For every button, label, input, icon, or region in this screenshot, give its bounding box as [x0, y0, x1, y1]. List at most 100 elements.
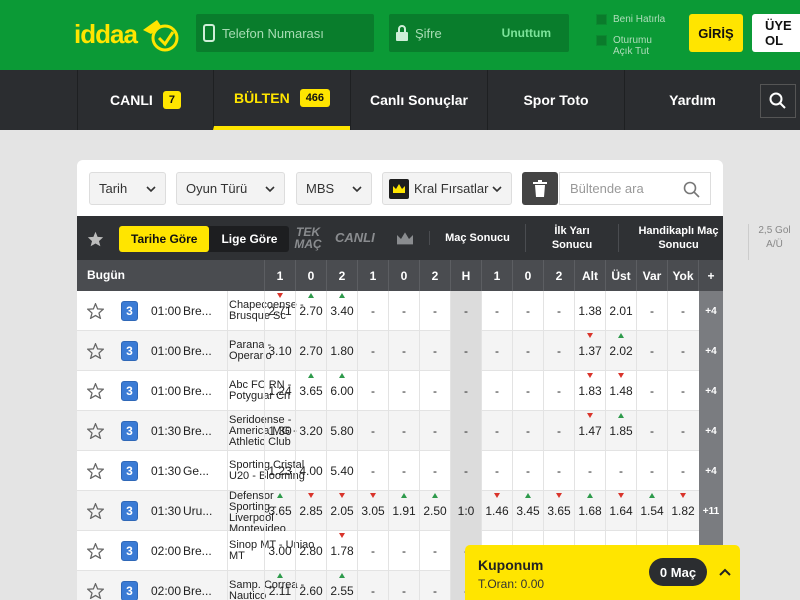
odds-cell[interactable]: 1.68 [574, 491, 605, 531]
king-select[interactable]: Kral Fırsatlar [382, 172, 512, 205]
tek-mac-filter[interactable]: TEK MAÇ [293, 226, 323, 250]
crown-icon[interactable] [395, 231, 415, 247]
game-type-select[interactable]: Oyun Türü [176, 172, 285, 205]
favorite-star-icon[interactable] [77, 291, 113, 331]
odds-cell[interactable]: 2.85 [295, 491, 326, 531]
odds-cell[interactable]: 1.83 [574, 371, 605, 411]
odds-cell[interactable]: 2.70 [295, 291, 326, 331]
odds-cell[interactable]: 1.91 [388, 491, 419, 531]
canli-filter[interactable]: CANLI [335, 231, 375, 245]
tab-by-league[interactable]: Lige Göre [209, 226, 289, 252]
more-markets-button[interactable]: +4 [699, 291, 723, 331]
remember-checkbox[interactable]: Beni Hatırla [596, 14, 665, 25]
coupon-count[interactable]: 0 Maç [649, 558, 707, 586]
odds-cell[interactable]: 1.85 [605, 411, 636, 451]
favorite-star-icon[interactable] [77, 491, 113, 531]
keep-session-box[interactable] [596, 35, 607, 46]
odds-cell[interactable]: 1.64 [605, 491, 636, 531]
nav-canli-sonuclar[interactable]: Canlı Sonuçlar [350, 70, 487, 130]
odds-cell[interactable]: 1.23 [264, 451, 295, 491]
more-markets-button[interactable]: +11 [699, 491, 723, 531]
odds-cell[interactable]: 3.45 [512, 491, 543, 531]
iddaa-logo[interactable]: iddaa [74, 14, 183, 54]
odds-cell[interactable]: 2.60 [295, 571, 326, 600]
odds-value: 1.37 [578, 344, 602, 358]
odds-cell[interactable]: 3.10 [264, 331, 295, 371]
star-icon[interactable] [87, 231, 104, 247]
odds-cell[interactable]: 2.11 [264, 571, 295, 600]
password-input[interactable]: Şifre [415, 26, 442, 41]
odds-cell[interactable]: 6.00 [326, 371, 357, 411]
match-row[interactable]: 3 01:00 Bre... Abc FC RN - Potyguar Cn 1.24 3… [77, 371, 723, 411]
odds-cell[interactable]: 2.55 [326, 571, 357, 600]
odds-cell[interactable]: 1.80 [326, 331, 357, 371]
odds-value: 1.47 [578, 424, 602, 438]
odds-cell[interactable]: 2.01 [605, 291, 636, 331]
login-button[interactable]: GİRİŞ [689, 14, 743, 52]
favorite-star-icon[interactable] [77, 571, 113, 600]
odds-cell[interactable]: 2.50 [419, 491, 450, 531]
coupon-panel[interactable]: Kuponum T.Oran: 0.00 0 Maç [465, 545, 740, 600]
odds-cell[interactable]: 3.65 [543, 491, 574, 531]
odds-cell[interactable]: 1.78 [326, 531, 357, 571]
nav-bulten[interactable]: BÜLTEN 466 [213, 70, 350, 130]
match-row[interactable]: 3 01:00 Bre... Parana - Operario 3.10 2.70 1.8… [77, 331, 723, 371]
nav-yardim[interactable]: Yardım [624, 70, 760, 130]
odds-cell[interactable]: 1:0 [450, 491, 481, 531]
favorite-star-icon[interactable] [77, 451, 113, 491]
nav-canli[interactable]: CANLI 7 [77, 70, 213, 130]
odds-cell[interactable]: 1.48 [605, 371, 636, 411]
odds-cell[interactable]: 1.38 [574, 291, 605, 331]
odds-cell[interactable]: 2.70 [295, 331, 326, 371]
password-field[interactable]: Şifre Unuttum [389, 14, 569, 52]
odds-cell[interactable]: 3.65 [264, 491, 295, 531]
odds-cell[interactable]: 5.80 [326, 411, 357, 451]
odds-cell[interactable]: 1.82 [667, 491, 698, 531]
favorite-star-icon[interactable] [77, 371, 113, 411]
more-markets-button[interactable]: +4 [699, 331, 723, 371]
odds-cell[interactable]: 1.24 [264, 371, 295, 411]
odds-cell[interactable]: 1.30 [264, 411, 295, 451]
odds-cell[interactable]: 2.02 [605, 331, 636, 371]
signup-button[interactable]: ÜYE OL [752, 14, 800, 52]
trash-button[interactable] [522, 172, 558, 205]
odds-cell[interactable]: 1.37 [574, 331, 605, 371]
nav-spor-toto[interactable]: Spor Toto [487, 70, 624, 130]
more-markets-button[interactable]: +4 [699, 451, 723, 491]
favorite-star-icon[interactable] [77, 411, 113, 451]
odds-cell[interactable]: 1.46 [481, 491, 512, 531]
nav-search-button[interactable] [760, 84, 796, 118]
more-markets-button[interactable]: +4 [699, 371, 723, 411]
odds-cell[interactable]: 5.40 [326, 451, 357, 491]
odds-cell[interactable]: 3.40 [326, 291, 357, 331]
header-gol-au: 2,5 Gol A/Ü [748, 224, 800, 260]
odds-cell[interactable]: 3.65 [295, 371, 326, 411]
favorite-star-icon[interactable] [77, 331, 113, 371]
match-row[interactable]: 3 01:30 Uru... Defensor Sporting - Liverpoo… [77, 491, 723, 531]
match-row[interactable]: 3 01:30 Ge... Sporting Cristal U20 - Bloomi… [77, 451, 723, 491]
odds-cell[interactable]: 3.20 [295, 411, 326, 451]
bulletin-search-input[interactable]: Bültende ara [559, 172, 711, 205]
tab-by-date[interactable]: Tarihe Göre [119, 226, 210, 252]
odds-cell[interactable]: 2.71 [264, 291, 295, 331]
odds-cell[interactable]: 3.00 [264, 531, 295, 571]
chevron-up-icon[interactable] [717, 564, 733, 580]
match-row[interactable]: 3 01:00 Bre... Chapecoense - Brusque Sc 2.71… [77, 291, 723, 331]
odds-value: 2.70 [299, 304, 323, 318]
odds-cell[interactable]: 1.47 [574, 411, 605, 451]
more-markets-button[interactable]: +4 [699, 411, 723, 451]
keep-session-checkbox[interactable]: Oturumu Açık Tut [596, 35, 652, 57]
odds-cell[interactable]: 2.05 [326, 491, 357, 531]
favorite-star-icon[interactable] [77, 531, 113, 571]
mbs-select[interactable]: MBS [296, 172, 372, 205]
odds-cell[interactable]: 2.80 [295, 531, 326, 571]
phone-field[interactable]: Telefon Numarası [196, 14, 374, 52]
remember-box[interactable] [596, 14, 607, 25]
odds-cell[interactable]: 4.00 [295, 451, 326, 491]
phone-input[interactable]: Telefon Numarası [222, 26, 324, 41]
odds-cell[interactable]: 3.05 [357, 491, 388, 531]
forgot-link[interactable]: Unuttum [502, 26, 551, 40]
date-select[interactable]: Tarih [89, 172, 166, 205]
odds-cell[interactable]: 1.54 [636, 491, 667, 531]
match-row[interactable]: 3 01:30 Bre... Seridoense - America MG - At… [77, 411, 723, 451]
